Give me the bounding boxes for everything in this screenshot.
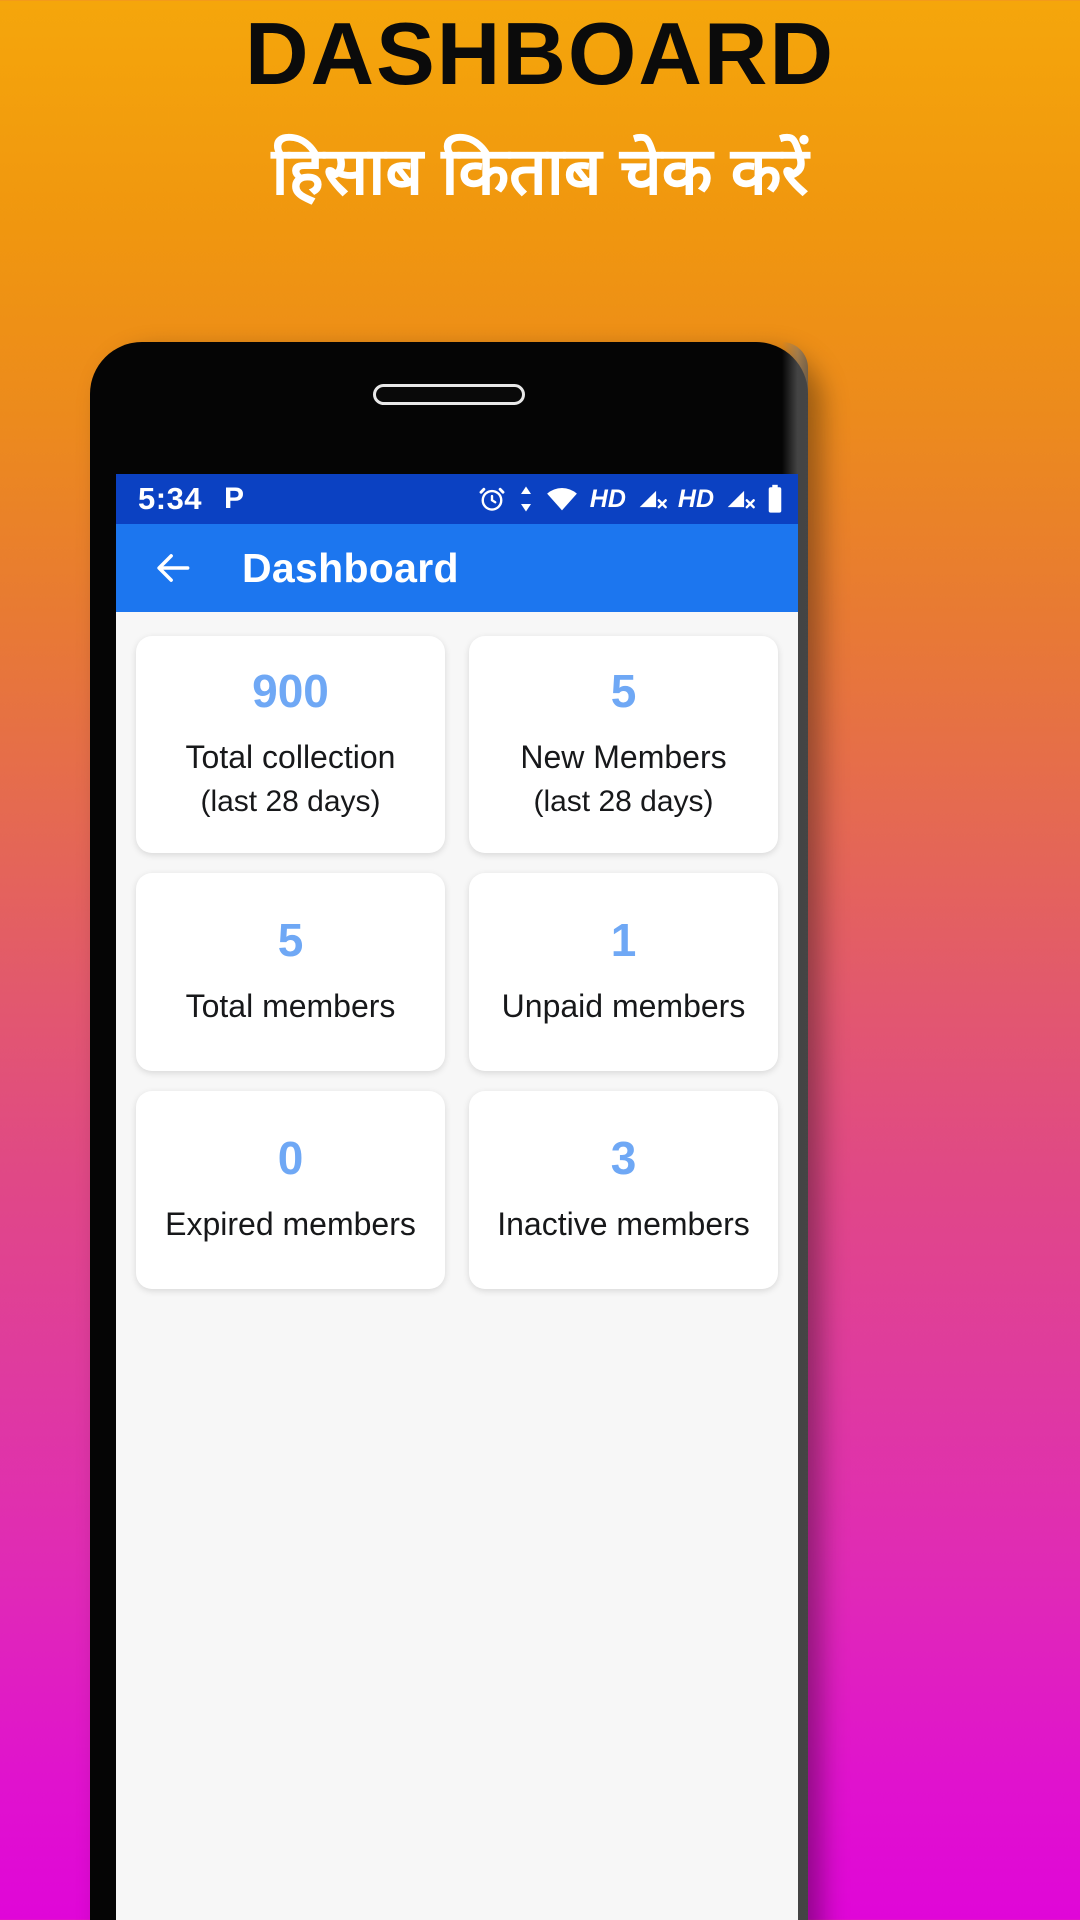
stat-label: Total members <box>185 987 396 1024</box>
stat-label: Inactive members <box>497 1205 750 1242</box>
stat-sublabel: (last 28 days) <box>533 785 714 819</box>
stat-card-total-collection[interactable]: 900 Total collection (last 28 days) <box>136 636 445 854</box>
stat-card-total-members[interactable]: 5 Total members <box>136 873 445 1072</box>
app-bar: Dashboard <box>116 524 798 612</box>
dashboard-row-1: 900 Total collection (last 28 days) 5 Ne… <box>124 626 790 863</box>
promo-subtitle: हिसाब किताब चेक करें <box>271 134 809 209</box>
signal-off-icon-2 <box>725 486 755 512</box>
card-slot: 3 Inactive members <box>457 1081 790 1299</box>
stat-label: Expired members <box>165 1205 416 1242</box>
page-title: Dashboard <box>242 544 459 591</box>
hd-icon-1: HD <box>589 484 626 513</box>
wifi-icon <box>545 485 579 513</box>
phone-mockup: 5:34 P HD HD Dashboard 900 Total collect… <box>90 342 808 1920</box>
phone-screen: 5:34 P HD HD Dashboard 900 Total collect… <box>116 474 798 1920</box>
card-slot: 900 Total collection (last 28 days) <box>124 626 457 863</box>
stat-label: Unpaid members <box>501 987 746 1024</box>
card-slot: 0 Expired members <box>124 1081 457 1299</box>
stat-label: Total collection <box>185 738 396 775</box>
stat-card-new-members[interactable]: 5 New Members (last 28 days) <box>469 636 778 854</box>
stat-value: 5 <box>610 665 637 717</box>
pin-icon: P <box>224 482 245 515</box>
stat-label: New Members <box>520 738 727 775</box>
promo-header: DASHBOARD हिसाब किताब चेक करें <box>0 0 1080 210</box>
status-bar-icons: HD HD <box>477 484 784 514</box>
stat-value: 5 <box>277 914 304 967</box>
stat-card-unpaid-members[interactable]: 1 Unpaid members <box>469 873 778 1072</box>
signal-off-icon-1 <box>637 486 667 512</box>
card-slot: 1 Unpaid members <box>457 863 790 1081</box>
status-bar-time: 5:34 <box>138 481 203 516</box>
stat-value: 3 <box>610 1132 637 1185</box>
alarm-icon <box>477 484 507 514</box>
battery-icon <box>766 484 784 514</box>
phone-speaker-grille <box>373 384 525 405</box>
stat-value: 0 <box>277 1132 304 1185</box>
back-button[interactable] <box>150 545 196 591</box>
stat-card-inactive-members[interactable]: 3 Inactive members <box>469 1091 778 1290</box>
promo-title: DASHBOARD <box>245 4 835 103</box>
dashboard-grid: 900 Total collection (last 28 days) 5 Ne… <box>116 612 798 1299</box>
hd-icon-2: HD <box>677 484 714 513</box>
stat-sublabel: (last 28 days) <box>200 785 381 819</box>
stat-card-expired-members[interactable]: 0 Expired members <box>136 1091 445 1290</box>
status-bar: 5:34 P HD HD <box>116 474 798 524</box>
dashboard-row-2: 5 Total members 1 Unpaid members <box>124 863 790 1081</box>
card-slot: 5 New Members (last 28 days) <box>457 626 790 863</box>
stat-value: 1 <box>610 914 637 967</box>
stat-value: 900 <box>252 665 329 717</box>
card-slot: 5 Total members <box>124 863 457 1081</box>
data-transfer-icon <box>518 484 534 514</box>
dashboard-row-3: 0 Expired members 3 Inactive members <box>124 1081 790 1299</box>
